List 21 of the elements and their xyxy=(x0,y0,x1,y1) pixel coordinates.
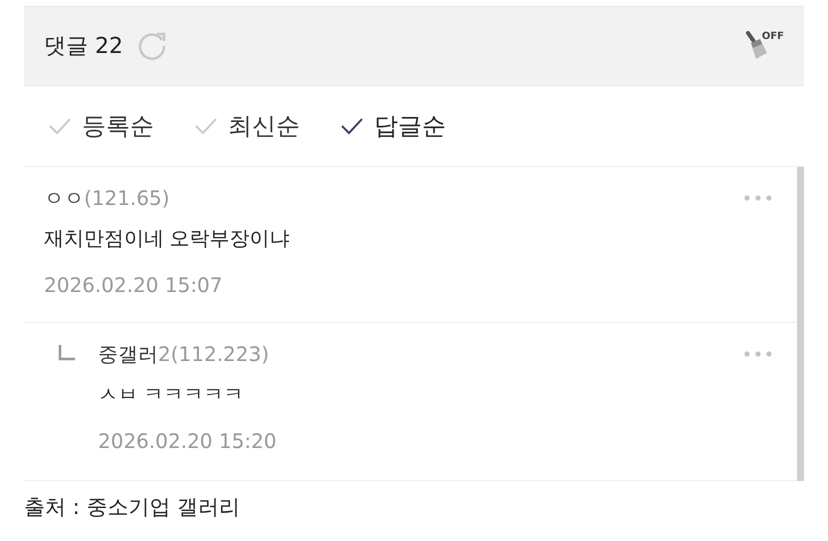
ip-address: 2(112.223) xyxy=(158,342,270,366)
check-icon xyxy=(194,116,218,136)
reply-indicator-icon xyxy=(58,345,76,361)
commenter-name: ㅇㅇ xyxy=(44,184,84,212)
scrollbar[interactable] xyxy=(797,167,804,481)
broom-filter-button[interactable]: OFF xyxy=(746,31,784,61)
sort-option[interactable]: 답글순 xyxy=(340,110,446,142)
sort-option[interactable]: 등록순 xyxy=(48,110,154,142)
comment-text: ㅅㅂ ㅋㅋㅋㅋㅋ xyxy=(98,383,245,408)
comment-count: 댓글 22 xyxy=(44,33,123,61)
more-icon[interactable] xyxy=(743,350,773,358)
commenter-name: 중갤러 xyxy=(98,340,158,368)
ip-address: (121.65) xyxy=(84,186,170,210)
comment-date: 2026.02.20 15:07 xyxy=(44,273,224,297)
check-icon xyxy=(340,116,364,136)
more-icon[interactable] xyxy=(743,194,773,202)
comment-date: 2026.02.20 15:20 xyxy=(98,429,278,453)
check-icon xyxy=(48,116,72,136)
sort-option[interactable]: 최신순 xyxy=(194,110,300,142)
source-caption: 출처 : 중소기업 갤러리 xyxy=(24,494,242,521)
comment-text: 재치만점이네 오락부장이냐 xyxy=(44,227,291,252)
